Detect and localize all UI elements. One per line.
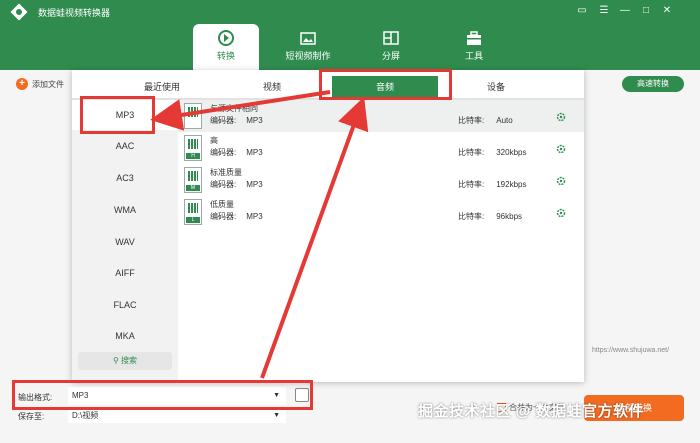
bitrate-value: 192kbps bbox=[496, 180, 527, 189]
codec-value: MP3 bbox=[246, 116, 263, 125]
plus-icon: + bbox=[16, 78, 28, 90]
gear-icon[interactable] bbox=[556, 176, 566, 186]
app-logo-icon bbox=[10, 3, 28, 21]
search-label: 搜索 bbox=[121, 356, 138, 365]
tab-label: 短视频制作 bbox=[285, 51, 331, 61]
add-file-label: 添加文件 bbox=[32, 79, 64, 89]
preset-bitrate: 比特率: Auto bbox=[458, 115, 513, 126]
audio-file-icon: L bbox=[184, 199, 202, 225]
annotation-box-output-format bbox=[12, 380, 313, 410]
preset-codec: 编码器: MP3 bbox=[210, 179, 263, 190]
maximize-icon[interactable]: □ bbox=[639, 4, 653, 18]
popup-tab-device[interactable]: 设备 bbox=[466, 76, 526, 98]
codec-label: 编码器: bbox=[210, 212, 237, 221]
toolbox-icon bbox=[467, 31, 481, 45]
format-item-flac[interactable]: FLAC bbox=[72, 290, 178, 320]
gear-icon[interactable] bbox=[556, 208, 566, 218]
codec-label: 编码器: bbox=[210, 148, 237, 157]
save-path-value: D:\视频 bbox=[72, 411, 99, 420]
video-icon bbox=[300, 32, 316, 45]
preset-codec: 编码器: MP3 bbox=[210, 115, 263, 126]
tab-convert[interactable]: 转换 bbox=[193, 24, 259, 70]
codec-value: MP3 bbox=[246, 148, 263, 157]
bitrate-value: Auto bbox=[496, 116, 513, 125]
format-item-mka[interactable]: MKA bbox=[72, 321, 178, 351]
format-item-wav[interactable]: WAV bbox=[72, 227, 178, 257]
tab-label: 分屏 bbox=[381, 51, 400, 61]
quality-badge: L bbox=[186, 217, 200, 223]
preset-row[interactable]: M 标准质量 编码器: MP3 比特率: 192kbps bbox=[178, 164, 584, 196]
gear-icon[interactable] bbox=[556, 144, 566, 154]
tab-label: 转换 bbox=[216, 51, 235, 61]
popup-tab-recent[interactable]: 最近使用 bbox=[132, 76, 192, 98]
convert-icon bbox=[218, 30, 234, 46]
format-item-wma[interactable]: WMA bbox=[72, 195, 178, 225]
search-icon: ⚲ bbox=[112, 356, 119, 365]
codec-value: MP3 bbox=[246, 212, 263, 221]
audio-file-icon bbox=[184, 103, 202, 129]
search-button[interactable]: ⚲ 搜索 bbox=[78, 352, 172, 370]
annotation-box-audio-tab bbox=[319, 69, 452, 100]
title-bar: 数据蛙视频转换器 ▭ ☰ — □ ✕ 转换 短视频制作 分屏 工具 bbox=[0, 0, 700, 70]
popup-tab-video[interactable]: 视频 bbox=[242, 76, 302, 98]
bitrate-label: 比特率: bbox=[458, 116, 485, 125]
preset-name: 低质量 bbox=[210, 200, 234, 209]
annotation-box-mp3 bbox=[80, 96, 155, 134]
app-title: 数据蛙视频转换器 bbox=[38, 8, 111, 18]
preset-name: 标准质量 bbox=[210, 168, 242, 177]
watermark-text: 掘金技术社区 @ 数据蛙官方软件 bbox=[418, 403, 644, 420]
preset-row[interactable]: 与源文件相同 编码器: MP3 比特率: Auto bbox=[178, 100, 584, 132]
bitrate-value: 320kbps bbox=[496, 148, 527, 157]
preset-row[interactable]: H 高 编码器: MP3 比特率: 320kbps bbox=[178, 132, 584, 164]
bitrate-value: 96kbps bbox=[496, 212, 523, 221]
split-screen-icon bbox=[383, 31, 399, 45]
close-icon[interactable]: ✕ bbox=[660, 4, 674, 18]
format-list: MP3 AAC AC3 WMA WAV AIFF FLAC MKA ⚲ 搜索 bbox=[72, 100, 178, 382]
audio-file-icon: M bbox=[184, 167, 202, 193]
preset-bitrate: 比特率: 192kbps bbox=[458, 179, 526, 190]
preset-row[interactable]: L 低质量 编码器: MP3 比特率: 96kbps bbox=[178, 196, 584, 228]
preset-name: 与源文件相同 bbox=[210, 104, 258, 113]
codec-label: 编码器: bbox=[210, 180, 237, 189]
tab-short-video[interactable]: 短视频制作 bbox=[275, 24, 341, 70]
format-item-aiff[interactable]: AIFF bbox=[72, 258, 178, 288]
preset-bitrate: 比特率: 320kbps bbox=[458, 147, 526, 158]
bitrate-label: 比特率: bbox=[458, 180, 485, 189]
quality-badge: H bbox=[186, 153, 200, 159]
codec-value: MP3 bbox=[246, 180, 263, 189]
audio-file-icon: H bbox=[184, 135, 202, 161]
save-path-select[interactable]: D:\视频 ▼ bbox=[68, 408, 286, 423]
tab-label: 工具 bbox=[464, 51, 483, 61]
format-item-aac[interactable]: AAC bbox=[72, 131, 178, 161]
gear-icon[interactable] bbox=[556, 112, 566, 122]
minimize-icon[interactable]: — bbox=[618, 4, 632, 18]
save-to-label: 保存至: bbox=[18, 412, 45, 421]
feedback-icon[interactable]: ▭ bbox=[575, 4, 589, 18]
bitrate-label: 比特率: bbox=[458, 148, 485, 157]
menu-icon[interactable]: ☰ bbox=[597, 4, 611, 18]
fast-convert-button[interactable]: 高速转换 bbox=[622, 76, 684, 92]
tab-split-screen[interactable]: 分屏 bbox=[358, 24, 424, 70]
preset-codec: 编码器: MP3 bbox=[210, 147, 263, 158]
bitrate-label: 比特率: bbox=[458, 212, 485, 221]
website-link[interactable]: https://www.shujuwa.net/ bbox=[592, 347, 669, 354]
preset-codec: 编码器: MP3 bbox=[210, 211, 263, 222]
quality-badge: M bbox=[186, 185, 200, 191]
preset-name: 高 bbox=[210, 136, 218, 145]
tab-tools[interactable]: 工具 bbox=[441, 24, 507, 70]
format-item-ac3[interactable]: AC3 bbox=[72, 163, 178, 193]
add-file-button[interactable]: + 添加文件 bbox=[16, 78, 64, 90]
caret-down-icon: ▼ bbox=[273, 412, 280, 419]
codec-label: 编码器: bbox=[210, 116, 237, 125]
preset-bitrate: 比特率: 96kbps bbox=[458, 211, 522, 222]
